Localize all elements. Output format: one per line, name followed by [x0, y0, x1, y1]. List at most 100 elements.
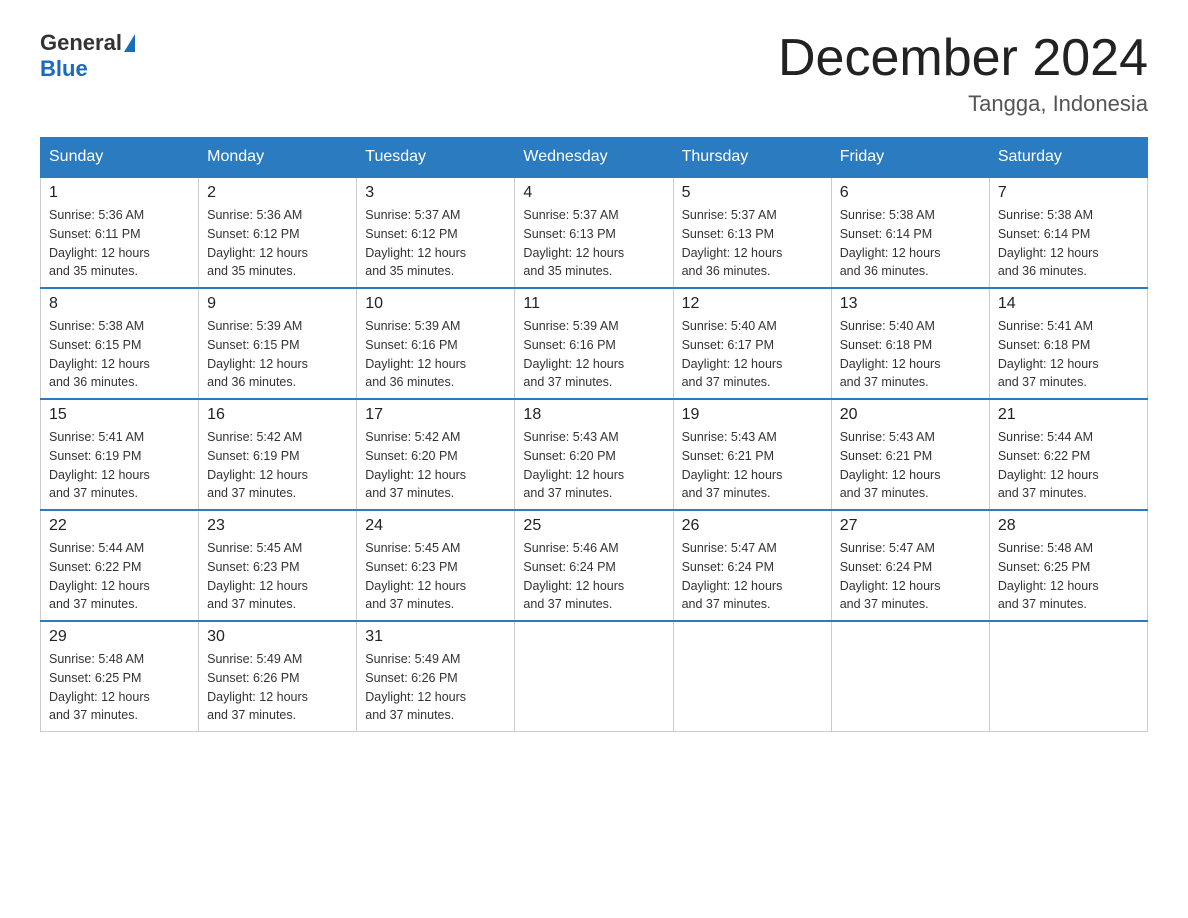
calendar-cell: 1 Sunrise: 5:36 AMSunset: 6:11 PMDaylight… [41, 177, 199, 288]
calendar-cell: 26 Sunrise: 5:47 AMSunset: 6:24 PMDayligh… [673, 510, 831, 621]
calendar-title: December 2024 [778, 30, 1148, 87]
day-number: 19 [682, 406, 823, 424]
calendar-cell: 12Sunrise: 5:40 AMSunset: 6:17 PMDayligh… [673, 288, 831, 399]
day-info: Sunrise: 5:49 AMSunset: 6:26 PMDaylight:… [365, 650, 506, 725]
calendar-cell: 31 Sunrise: 5:49 AMSunset: 6:26 PMDayligh… [357, 621, 515, 732]
day-number: 23 [207, 517, 348, 535]
logo: General Blue [40, 30, 137, 82]
calendar-cell: 13Sunrise: 5:40 AMSunset: 6:18 PMDayligh… [831, 288, 989, 399]
day-info: Sunrise: 5:45 AMSunset: 6:23 PMDaylight:… [207, 539, 348, 614]
calendar-cell: 5Sunrise: 5:37 AMSunset: 6:13 PMDaylight… [673, 177, 831, 288]
day-number: 24 [365, 517, 506, 535]
calendar-cell: 23 Sunrise: 5:45 AMSunset: 6:23 PMDayligh… [199, 510, 357, 621]
day-info: Sunrise: 5:36 AMSunset: 6:12 PMDaylight:… [207, 206, 348, 281]
calendar-cell: 2 Sunrise: 5:36 AMSunset: 6:12 PMDaylight… [199, 177, 357, 288]
calendar-cell: 14 Sunrise: 5:41 AMSunset: 6:18 PMDayligh… [989, 288, 1147, 399]
day-number: 12 [682, 295, 823, 313]
calendar-cell: 18 Sunrise: 5:43 AMSunset: 6:20 PMDayligh… [515, 399, 673, 510]
day-number: 20 [840, 406, 981, 424]
day-number: 22 [49, 517, 190, 535]
day-info: Sunrise: 5:45 AMSunset: 6:23 PMDaylight:… [365, 539, 506, 614]
column-header-saturday: Saturday [989, 138, 1147, 178]
day-number: 17 [365, 406, 506, 424]
day-info: Sunrise: 5:37 AMSunset: 6:13 PMDaylight:… [682, 206, 823, 281]
calendar-cell: 21Sunrise: 5:44 AMSunset: 6:22 PMDayligh… [989, 399, 1147, 510]
day-number: 7 [998, 184, 1139, 202]
day-number: 1 [49, 184, 190, 202]
day-info: Sunrise: 5:39 AMSunset: 6:16 PMDaylight:… [523, 317, 664, 392]
day-info: Sunrise: 5:49 AMSunset: 6:26 PMDaylight:… [207, 650, 348, 725]
day-info: Sunrise: 5:46 AMSunset: 6:24 PMDaylight:… [523, 539, 664, 614]
calendar-cell [515, 621, 673, 732]
calendar-cell [831, 621, 989, 732]
column-header-thursday: Thursday [673, 138, 831, 178]
day-info: Sunrise: 5:44 AMSunset: 6:22 PMDaylight:… [49, 539, 190, 614]
day-info: Sunrise: 5:37 AMSunset: 6:12 PMDaylight:… [365, 206, 506, 281]
calendar-cell: 25 Sunrise: 5:46 AMSunset: 6:24 PMDayligh… [515, 510, 673, 621]
day-number: 30 [207, 628, 348, 646]
calendar-week-row: 29Sunrise: 5:48 AMSunset: 6:25 PMDayligh… [41, 621, 1148, 732]
day-number: 25 [523, 517, 664, 535]
calendar-cell: 7Sunrise: 5:38 AMSunset: 6:14 PMDaylight… [989, 177, 1147, 288]
calendar-subtitle: Tangga, Indonesia [778, 91, 1148, 117]
day-info: Sunrise: 5:39 AMSunset: 6:15 PMDaylight:… [207, 317, 348, 392]
day-info: Sunrise: 5:41 AMSunset: 6:18 PMDaylight:… [998, 317, 1139, 392]
day-info: Sunrise: 5:44 AMSunset: 6:22 PMDaylight:… [998, 428, 1139, 503]
day-number: 28 [998, 517, 1139, 535]
day-number: 26 [682, 517, 823, 535]
day-info: Sunrise: 5:48 AMSunset: 6:25 PMDaylight:… [49, 650, 190, 725]
page-header: General Blue December 2024 Tangga, Indon… [40, 30, 1148, 117]
day-number: 13 [840, 295, 981, 313]
day-number: 11 [523, 295, 664, 313]
calendar-cell: 8 Sunrise: 5:38 AMSunset: 6:15 PMDaylight… [41, 288, 199, 399]
calendar-cell: 22 Sunrise: 5:44 AMSunset: 6:22 PMDayligh… [41, 510, 199, 621]
calendar-cell: 16 Sunrise: 5:42 AMSunset: 6:19 PMDayligh… [199, 399, 357, 510]
day-number: 27 [840, 517, 981, 535]
calendar-cell: 19Sunrise: 5:43 AMSunset: 6:21 PMDayligh… [673, 399, 831, 510]
calendar-cell [989, 621, 1147, 732]
column-header-wednesday: Wednesday [515, 138, 673, 178]
calendar-cell: 9 Sunrise: 5:39 AMSunset: 6:15 PMDaylight… [199, 288, 357, 399]
calendar-header-row: SundayMondayTuesdayWednesdayThursdayFrid… [41, 138, 1148, 178]
day-info: Sunrise: 5:41 AMSunset: 6:19 PMDaylight:… [49, 428, 190, 503]
calendar-cell: 4 Sunrise: 5:37 AMSunset: 6:13 PMDaylight… [515, 177, 673, 288]
calendar-cell: 17Sunrise: 5:42 AMSunset: 6:20 PMDayligh… [357, 399, 515, 510]
day-number: 16 [207, 406, 348, 424]
title-area: December 2024 Tangga, Indonesia [778, 30, 1148, 117]
calendar-cell: 30 Sunrise: 5:49 AMSunset: 6:26 PMDayligh… [199, 621, 357, 732]
calendar-cell: 27 Sunrise: 5:47 AMSunset: 6:24 PMDayligh… [831, 510, 989, 621]
day-number: 3 [365, 184, 506, 202]
day-info: Sunrise: 5:39 AMSunset: 6:16 PMDaylight:… [365, 317, 506, 392]
day-number: 9 [207, 295, 348, 313]
day-info: Sunrise: 5:47 AMSunset: 6:24 PMDaylight:… [682, 539, 823, 614]
day-number: 6 [840, 184, 981, 202]
column-header-tuesday: Tuesday [357, 138, 515, 178]
day-info: Sunrise: 5:42 AMSunset: 6:19 PMDaylight:… [207, 428, 348, 503]
day-number: 14 [998, 295, 1139, 313]
calendar-cell: 20Sunrise: 5:43 AMSunset: 6:21 PMDayligh… [831, 399, 989, 510]
calendar-cell: 10 Sunrise: 5:39 AMSunset: 6:16 PMDayligh… [357, 288, 515, 399]
day-number: 10 [365, 295, 506, 313]
day-number: 8 [49, 295, 190, 313]
day-number: 15 [49, 406, 190, 424]
day-info: Sunrise: 5:43 AMSunset: 6:20 PMDaylight:… [523, 428, 664, 503]
calendar-week-row: 22 Sunrise: 5:44 AMSunset: 6:22 PMDayligh… [41, 510, 1148, 621]
column-header-sunday: Sunday [41, 138, 199, 178]
day-number: 18 [523, 406, 664, 424]
day-info: Sunrise: 5:36 AMSunset: 6:11 PMDaylight:… [49, 206, 190, 281]
day-number: 2 [207, 184, 348, 202]
column-header-monday: Monday [199, 138, 357, 178]
day-info: Sunrise: 5:37 AMSunset: 6:13 PMDaylight:… [523, 206, 664, 281]
day-number: 31 [365, 628, 506, 646]
day-info: Sunrise: 5:47 AMSunset: 6:24 PMDaylight:… [840, 539, 981, 614]
calendar-cell: 24 Sunrise: 5:45 AMSunset: 6:23 PMDayligh… [357, 510, 515, 621]
day-info: Sunrise: 5:38 AMSunset: 6:15 PMDaylight:… [49, 317, 190, 392]
calendar-cell: 6Sunrise: 5:38 AMSunset: 6:14 PMDaylight… [831, 177, 989, 288]
calendar-week-row: 1 Sunrise: 5:36 AMSunset: 6:11 PMDaylight… [41, 177, 1148, 288]
calendar-cell: 11 Sunrise: 5:39 AMSunset: 6:16 PMDayligh… [515, 288, 673, 399]
day-number: 4 [523, 184, 664, 202]
calendar-week-row: 8 Sunrise: 5:38 AMSunset: 6:15 PMDaylight… [41, 288, 1148, 399]
day-info: Sunrise: 5:48 AMSunset: 6:25 PMDaylight:… [998, 539, 1139, 614]
calendar-cell: 15 Sunrise: 5:41 AMSunset: 6:19 PMDayligh… [41, 399, 199, 510]
calendar-cell: 28 Sunrise: 5:48 AMSunset: 6:25 PMDayligh… [989, 510, 1147, 621]
